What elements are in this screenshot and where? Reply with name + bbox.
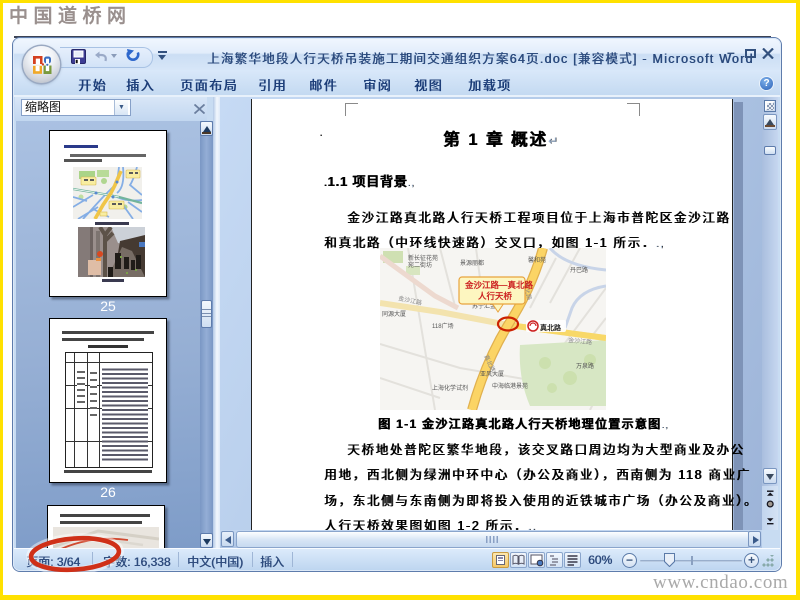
svg-text:118广场: 118广场 — [432, 322, 454, 330]
svg-text:新长征花苑: 新长征花苑 — [408, 254, 438, 262]
svg-text:同源大厦: 同源大厦 — [382, 310, 406, 318]
svg-text:宛二街坊: 宛二街坊 — [408, 261, 432, 269]
svg-text:上海化学试剂: 上海化学试剂 — [432, 384, 468, 392]
svg-text:丹巴路: 丹巴路 — [570, 266, 588, 274]
svg-text:金沙江路—真北路: 金沙江路—真北路 — [464, 280, 534, 290]
svg-text:馨和苑: 馨和苑 — [528, 256, 546, 264]
svg-text:万泉路: 万泉路 — [576, 362, 594, 370]
svg-text:真北路: 真北路 — [540, 323, 562, 332]
svg-text:中海临港景苑: 中海临港景苑 — [492, 382, 528, 390]
svg-text:景源丽都: 景源丽都 — [460, 259, 484, 267]
svg-text:人行天桥: 人行天桥 — [478, 291, 513, 301]
